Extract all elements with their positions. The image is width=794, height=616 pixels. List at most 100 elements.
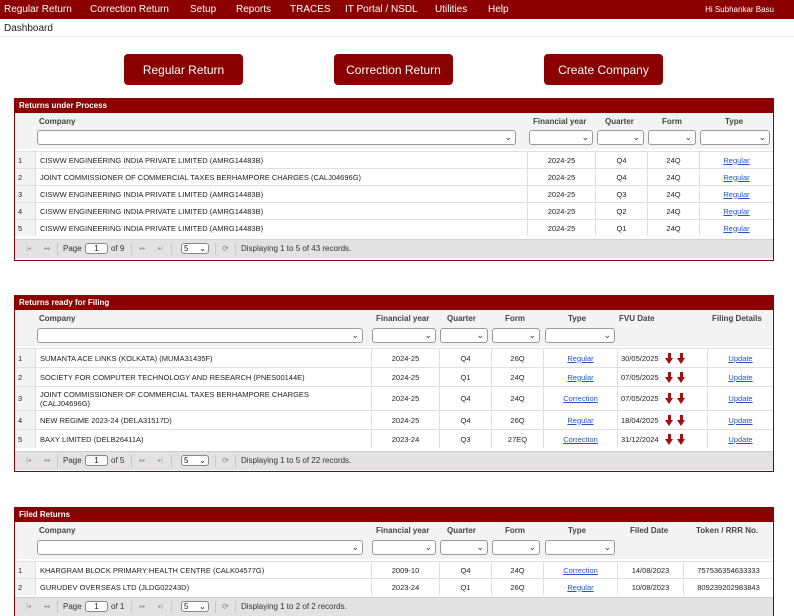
table-row[interactable]: 2 GURUDEV OVERSEAS LTD (JLDG02243D) 2023… <box>15 578 773 595</box>
col-header-token[interactable]: Token / RRR No. <box>696 526 758 535</box>
type-link[interactable]: Regular <box>567 373 593 382</box>
next-page-icon[interactable]: ▸▸ <box>137 602 148 612</box>
menu-correction-return[interactable]: Correction Return <box>90 4 169 15</box>
page-number-input[interactable]: 1 <box>85 455 108 466</box>
update-link[interactable]: Update <box>728 354 752 363</box>
type-filter-select[interactable]: ⌄ <box>545 328 615 343</box>
company-filter-select[interactable]: ⌄ <box>37 130 516 145</box>
refresh-icon[interactable]: ⟳ <box>220 456 231 466</box>
type-link[interactable]: Correction <box>563 435 598 444</box>
download-arrow-icon[interactable] <box>677 434 686 445</box>
form-filter-select[interactable]: ⌄ <box>492 328 540 343</box>
update-link[interactable]: Update <box>728 416 752 425</box>
table-row[interactable]: 3 CISWW ENGINEERING INDIA PRIVATE LIMITE… <box>15 185 773 202</box>
col-header-form[interactable]: Form <box>662 117 682 126</box>
col-header-quarter[interactable]: Quarter <box>447 526 476 535</box>
refresh-icon[interactable]: ⟳ <box>220 244 231 254</box>
menu-traces[interactable]: TRACES <box>290 4 331 15</box>
col-header-form[interactable]: Form <box>505 526 525 535</box>
form-filter-select[interactable]: ⌄ <box>492 540 540 555</box>
download-arrow-icon[interactable] <box>665 434 674 445</box>
menu-it-portal[interactable]: IT Portal / NSDL <box>345 4 418 15</box>
download-arrow-icon[interactable] <box>665 393 674 404</box>
table-row[interactable]: 2 JOINT COMMISSIONER OF COMMERCIAL TAXES… <box>15 168 773 185</box>
menu-reports[interactable]: Reports <box>236 4 271 15</box>
financial-year-filter-select[interactable]: ⌄ <box>372 328 436 343</box>
update-link[interactable]: Update <box>728 394 752 403</box>
company-filter-select[interactable]: ⌄ <box>37 328 363 343</box>
col-header-form[interactable]: Form <box>505 314 525 323</box>
update-link[interactable]: Update <box>728 373 752 382</box>
financial-year-filter-select[interactable]: ⌄ <box>529 130 593 145</box>
table-row[interactable]: 5 CISWW ENGINEERING INDIA PRIVATE LIMITE… <box>15 219 773 236</box>
col-header-filed-date[interactable]: Filed Date <box>630 526 668 535</box>
first-page-icon[interactable]: |◂ <box>23 456 34 466</box>
col-header-type[interactable]: Type <box>568 526 586 535</box>
download-arrow-icon[interactable] <box>677 372 686 383</box>
last-page-icon[interactable]: ▸| <box>155 602 166 612</box>
page-size-select[interactable]: 5 ⌄ <box>181 243 209 254</box>
company-filter-select[interactable]: ⌄ <box>37 540 363 555</box>
next-page-icon[interactable]: ▸▸ <box>137 244 148 254</box>
type-link[interactable]: Regular <box>567 354 593 363</box>
col-header-type[interactable]: Type <box>725 117 743 126</box>
table-row[interactable]: 2 SOCIETY FOR COMPUTER TECHNOLOGY AND RE… <box>15 367 773 386</box>
next-page-icon[interactable]: ▸▸ <box>137 456 148 466</box>
prev-page-icon[interactable]: ◂◂ <box>41 244 52 254</box>
first-page-icon[interactable]: |◂ <box>23 244 34 254</box>
col-header-fvu-date[interactable]: FVU Date <box>619 314 655 323</box>
user-greeting[interactable]: Hi Subhankar Basu <box>705 5 774 14</box>
refresh-icon[interactable]: ⟳ <box>220 602 231 612</box>
download-arrow-icon[interactable] <box>677 393 686 404</box>
update-link[interactable]: Update <box>728 435 752 444</box>
download-arrow-icon[interactable] <box>677 353 686 364</box>
page-size-select[interactable]: 5 ⌄ <box>181 601 209 612</box>
type-link[interactable]: Regular <box>723 173 749 182</box>
prev-page-icon[interactable]: ◂◂ <box>41 456 52 466</box>
last-page-icon[interactable]: ▸| <box>155 244 166 254</box>
type-link[interactable]: Regular <box>567 416 593 425</box>
page-size-select[interactable]: 5 ⌄ <box>181 455 209 466</box>
type-link[interactable]: Correction <box>563 566 598 575</box>
download-arrow-icon[interactable] <box>665 353 674 364</box>
correction-return-button[interactable]: Correction Return <box>334 54 453 85</box>
download-arrow-icon[interactable] <box>665 415 674 426</box>
table-row[interactable]: 3 JOINT COMMISSIONER OF COMMERCIAL TAXES… <box>15 386 773 410</box>
first-page-icon[interactable]: |◂ <box>23 602 34 612</box>
col-header-company[interactable]: Company <box>39 117 75 126</box>
form-filter-select[interactable]: ⌄ <box>648 130 696 145</box>
download-arrow-icon[interactable] <box>665 372 674 383</box>
col-header-type[interactable]: Type <box>568 314 586 323</box>
quarter-filter-select[interactable]: ⌄ <box>440 540 488 555</box>
type-filter-select[interactable]: ⌄ <box>545 540 615 555</box>
col-header-company[interactable]: Company <box>39 526 75 535</box>
type-link[interactable]: Regular <box>723 207 749 216</box>
menu-setup[interactable]: Setup <box>190 4 216 15</box>
col-header-financial-year[interactable]: Financial year <box>376 526 429 535</box>
financial-year-filter-select[interactable]: ⌄ <box>372 540 436 555</box>
col-header-financial-year[interactable]: Financial year <box>533 117 586 126</box>
quarter-filter-select[interactable]: ⌄ <box>440 328 488 343</box>
table-row[interactable]: 4 CISWW ENGINEERING INDIA PRIVATE LIMITE… <box>15 202 773 219</box>
table-row[interactable]: 4 NEW REGIME 2023-24 (DELA31517D) 2024-2… <box>15 410 773 429</box>
page-number-input[interactable]: 1 <box>85 243 108 254</box>
prev-page-icon[interactable]: ◂◂ <box>41 602 52 612</box>
menu-regular-return[interactable]: Regular Return <box>4 4 72 15</box>
type-link[interactable]: Correction <box>563 394 598 403</box>
last-page-icon[interactable]: ▸| <box>155 456 166 466</box>
col-header-quarter[interactable]: Quarter <box>605 117 634 126</box>
table-row[interactable]: 1 KHARGRAM BLOCK PRIMARY HEALTH CENTRE (… <box>15 561 773 578</box>
create-company-button[interactable]: Create Company <box>544 54 663 85</box>
page-number-input[interactable]: 1 <box>85 601 108 612</box>
type-filter-select[interactable]: ⌄ <box>700 130 770 145</box>
type-link[interactable]: Regular <box>723 224 749 233</box>
quarter-filter-select[interactable]: ⌄ <box>597 130 644 145</box>
regular-return-button[interactable]: Regular Return <box>124 54 243 85</box>
type-link[interactable]: Regular <box>723 190 749 199</box>
download-arrow-icon[interactable] <box>677 415 686 426</box>
col-header-company[interactable]: Company <box>39 314 75 323</box>
col-header-financial-year[interactable]: Financial year <box>376 314 429 323</box>
type-link[interactable]: Regular <box>723 156 749 165</box>
table-row[interactable]: 5 BAXY LIMITED (DELB26411A) 2023-24 Q3 2… <box>15 429 773 448</box>
menu-utilities[interactable]: Utilities <box>435 4 467 15</box>
